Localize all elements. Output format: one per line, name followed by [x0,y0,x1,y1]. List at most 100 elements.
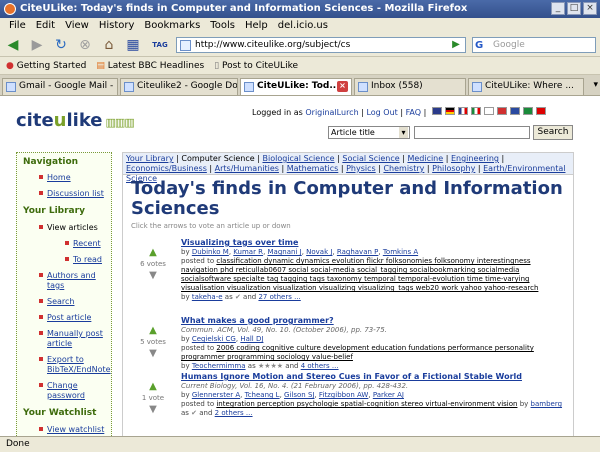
menu-tools[interactable]: Tools [205,18,240,33]
menu-edit[interactable]: Edit [31,18,60,33]
menu-delicious[interactable]: del.icio.us [273,18,333,33]
citeulike-logo[interactable]: citeulike ▥▥▥ [16,110,135,131]
url-text: http://www.citeulike.org/subject/cs [195,40,351,50]
menu-bookmarks[interactable]: Bookmarks [139,18,205,33]
flag-uk-icon[interactable] [432,107,442,115]
tab-citeulike-today[interactable]: CiteULike: Tod... × [240,78,352,95]
vote-up-icon[interactable]: ▲ [131,381,175,392]
crumb-social[interactable]: Social Science [342,154,399,163]
sidebar-item-search[interactable]: Search [39,297,74,307]
page-content: citeulike ▥▥▥ Logged in as OriginalLurch … [0,96,600,436]
crumb-your-library[interactable]: Your Library [126,154,174,163]
flag-fr-icon[interactable] [458,107,468,115]
tab-gmail[interactable]: Gmail - Google Mail - Inb... [2,78,118,95]
flag-jp-icon[interactable] [484,107,494,115]
crumb-chemistry[interactable]: Chemistry [383,164,424,173]
sidebar-item-change-password[interactable]: Change password [39,381,105,401]
search-input[interactable] [414,126,530,139]
delicious-icon[interactable]: ▦ [124,36,142,54]
citeulike-icon [472,82,482,92]
vote-widget: ▲ 6 votes ▼ [131,247,175,281]
bookmark-post-citeulike[interactable]: ▯ Post to CiteULike [214,61,298,71]
flag-br-icon[interactable] [523,107,533,115]
article-title[interactable]: Visualizing tags over time [181,237,567,248]
crumb-mathematics[interactable]: Mathematics [287,164,339,173]
sidebar-item-to-read[interactable]: To read [65,255,102,265]
vote-down-icon[interactable]: ▼ [131,270,175,281]
menu-history[interactable]: History [94,18,140,33]
close-button[interactable]: × [583,2,597,15]
books-icon: ▥▥▥ [105,116,135,129]
tab-inbox[interactable]: Inbox (558) [354,78,466,95]
forward-icon[interactable]: ▶ [28,36,46,54]
article-title[interactable]: What makes a good programmer? [181,315,567,326]
minimize-button[interactable]: _ [551,2,565,15]
login-status: Logged in as OriginalLurch | Log Out | F… [252,108,427,117]
vote-down-icon[interactable]: ▼ [131,348,175,359]
article-journal: Commun. ACM, Vol. 49, No. 10. (October 2… [181,326,387,334]
sidebar-item-manual-post[interactable]: Manually post article [39,329,105,349]
menu-file[interactable]: File [4,18,31,33]
crumb-arts[interactable]: Arts/Humanities [215,164,279,173]
user-link[interactable]: OriginalLurch [305,108,358,117]
sidebar-item-export[interactable]: Export to BibTeX/EndNote [39,355,111,375]
search-button[interactable]: Search [533,125,573,140]
close-tab-icon[interactable]: × [337,81,348,92]
article-tags: posted to integration perception psychol… [181,400,563,408]
flag-cn-icon[interactable] [536,107,546,115]
crumb-engineering[interactable]: Engineering [451,154,499,163]
vote-up-icon[interactable]: ▲ [131,247,175,258]
logout-link[interactable]: Log Out [366,108,397,117]
main-panel: Your Library | Computer Science | Biolog… [122,152,574,436]
tab-citeulike-where[interactable]: CiteULike: Where ... [468,78,584,95]
menu-help[interactable]: Help [240,18,273,33]
search-bar[interactable]: G Google [472,37,596,53]
article-title[interactable]: Humans Ignore Motion and Stereo Cues in … [181,371,567,382]
crumb-physics[interactable]: Physics [346,164,376,173]
menu-view[interactable]: View [60,18,94,33]
sidebar: Navigation Home Discussion list Your Lib… [16,152,112,436]
sidebar-item-recent[interactable]: Recent [65,239,101,249]
status-text: Done [6,439,30,449]
article-posters: by Teochermimma as ★★★★ and 4 others ... [181,362,339,370]
sidebar-item-authors-tags[interactable]: Authors and tags [39,271,105,291]
firefox-bookmark-icon: ● [6,60,14,71]
menubar: File Edit View History Bookmarks Tools H… [0,18,600,33]
sidebar-item-view-articles[interactable]: View articles [39,223,98,233]
url-bar[interactable]: http://www.citeulike.org/subject/cs [176,37,466,53]
go-icon[interactable]: ▶ [448,37,464,53]
flag-no-icon[interactable] [497,107,507,115]
crumb-biological[interactable]: Biological Science [262,154,334,163]
reload-icon[interactable]: ↻ [52,36,70,54]
faq-link[interactable]: FAQ [406,108,422,117]
docs-icon [124,82,134,92]
crumb-current: Computer Science [181,154,255,163]
window-title: CiteULike: Today's finds in Computer and… [20,3,468,14]
home-icon[interactable]: ⌂ [100,36,118,54]
flag-de-icon[interactable] [445,107,455,115]
vote-down-icon[interactable]: ▼ [131,404,175,415]
flag-se-icon[interactable] [510,107,520,115]
maximize-button[interactable]: □ [567,2,581,15]
citeulike-icon [244,82,254,92]
bookmark-getting-started[interactable]: ● Getting Started [6,61,86,71]
article-posters: as ✔ and 2 others ... [181,409,253,417]
sidebar-item-home[interactable]: Home [39,173,71,183]
tab-list-icon[interactable]: ▾ [593,80,598,90]
sidebar-item-post-article[interactable]: Post article [39,313,91,323]
stop-icon[interactable]: ⊗ [76,36,94,54]
vote-up-icon[interactable]: ▲ [131,325,175,336]
navigation-toolbar: ◀ ▶ ↻ ⊗ ⌂ ▦ TAG http://www.citeulike.org… [0,33,600,57]
tab-citeulike2[interactable]: Citeulike2 - Google Do... [120,78,238,95]
bookmark-bbc[interactable]: ▤ Latest BBC Headlines [96,61,204,71]
crumb-medicine[interactable]: Medicine [407,154,443,163]
search-type-select[interactable]: Article title [328,126,410,139]
flag-it-icon[interactable] [471,107,481,115]
back-icon[interactable]: ◀ [4,36,22,54]
vote-widget: ▲ 5 votes ▼ [131,325,175,359]
crumb-economics[interactable]: Economics/Business [126,164,207,173]
sidebar-item-discussion[interactable]: Discussion list [39,189,104,199]
sidebar-item-view-watchlist[interactable]: View watchlist [39,425,104,435]
crumb-philosophy[interactable]: Philosophy [432,164,475,173]
tag-icon[interactable]: TAG [148,36,172,54]
